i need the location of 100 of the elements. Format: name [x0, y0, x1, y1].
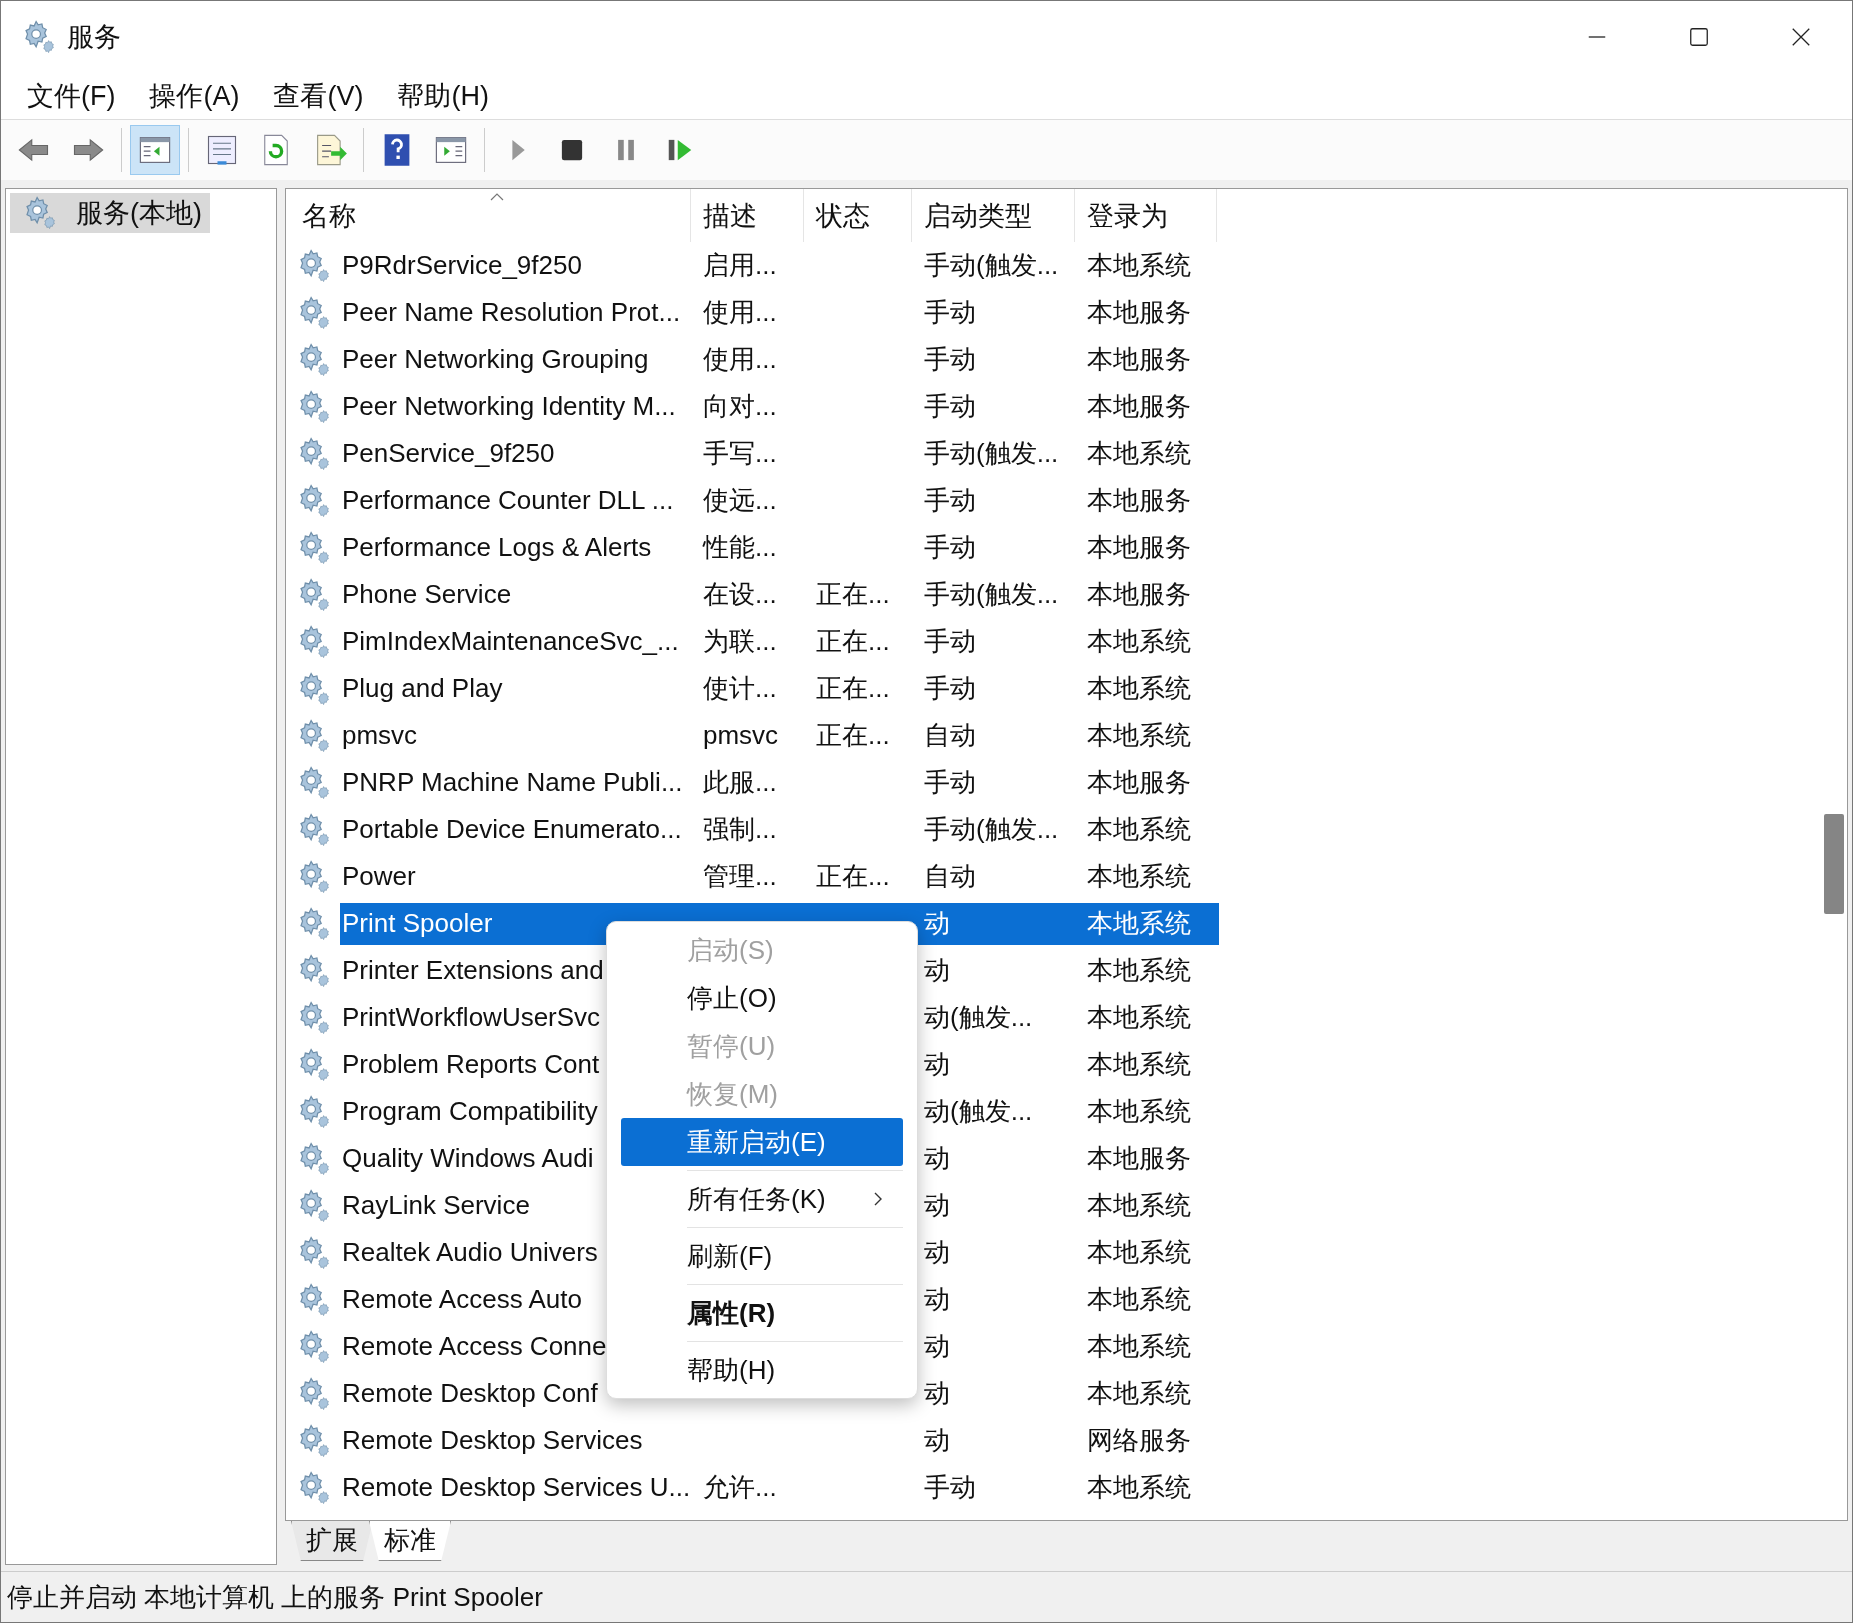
service-name[interactable]: Performance Counter DLL ... — [340, 479, 693, 522]
service-name[interactable]: PNRP Machine Name Publi... — [340, 761, 693, 804]
table-cell-text: 手动 — [923, 531, 977, 564]
menu-item[interactable]: 查看(V) — [273, 78, 364, 114]
table-cell-text: 自动 — [923, 860, 977, 893]
column-header[interactable]: 名称 — [290, 189, 691, 242]
table-cell-text: 动(触发... — [923, 1001, 1034, 1034]
table-cell-text: 使计... — [702, 672, 778, 705]
table-cell-text: 手动(触发... — [923, 813, 1060, 846]
table-cell-text: 正在... — [815, 625, 891, 658]
menu-item[interactable]: 操作(A) — [149, 78, 240, 114]
table-cell-text: 向对... — [702, 390, 778, 423]
table-cell-text: 本地系统 — [1086, 1330, 1192, 1363]
table-cell-text: 本地系统 — [1086, 1283, 1192, 1316]
service-name[interactable]: Portable Device Enumerato... — [340, 808, 693, 851]
table-cell-text: 本地系统 — [1086, 1377, 1192, 1410]
table-cell-text: 动(触发... — [923, 1095, 1034, 1128]
service-name[interactable]: pmsvc — [340, 714, 693, 757]
table-cell-text: 动 — [923, 1377, 951, 1410]
table-cell-text: 本地系统 — [1086, 1236, 1192, 1269]
table-cell-text: 本地服务 — [1086, 343, 1192, 376]
table-cell-text: 本地服务 — [1086, 766, 1192, 799]
service-name[interactable]: Remote Desktop Services U... — [340, 1466, 693, 1509]
table-cell-text: 手动 — [923, 625, 977, 658]
scrollbar-thumb[interactable] — [1824, 814, 1844, 914]
menu-item[interactable]: 帮助(H) — [397, 78, 489, 114]
table-cell-text: 手动 — [923, 1471, 977, 1504]
menu-item[interactable]: 重新启动(E) — [621, 1118, 903, 1166]
column-header[interactable]: 描述 — [691, 189, 804, 242]
menu-item[interactable]: 停止(O) — [621, 974, 903, 1022]
column-header[interactable]: 启动类型 — [912, 189, 1075, 242]
table-cell-text: 本地系统 — [1086, 437, 1192, 470]
table-cell-text: 本地服务 — [1086, 1142, 1192, 1175]
service-name[interactable]: Plug and Play — [340, 667, 693, 710]
table-cell-text: 管理... — [702, 860, 778, 893]
menu-item[interactable]: 属性(R) — [621, 1289, 903, 1337]
table-cell-text: 动 — [923, 1142, 951, 1175]
table-cell-text: 本地系统 — [1086, 813, 1192, 846]
table-cell-text: 本地系统 — [1086, 860, 1192, 893]
table-cell-text: 本地服务 — [1086, 484, 1192, 517]
table-cell: 动 — [914, 902, 1077, 945]
service-name[interactable]: PimIndexMaintenanceSvc_... — [340, 620, 693, 663]
window-title: 服务 — [67, 21, 121, 54]
service-name[interactable]: Phone Service — [340, 573, 693, 616]
maximize-icon[interactable] — [1688, 26, 1710, 48]
table-cell-text: 动 — [923, 1048, 951, 1081]
tree-item[interactable]: 服务(本地) — [10, 193, 210, 233]
service-name[interactable]: PenService_9f250 — [340, 432, 693, 475]
table-cell-text: 手动(触发... — [923, 437, 1060, 470]
status-text: 停止并启动 本地计算机 上的服务 Print Spooler — [7, 1580, 543, 1614]
menu-item[interactable]: 所有任务(K) — [621, 1175, 903, 1223]
table-cell-text: 强制... — [702, 813, 778, 846]
table-cell-text: 在设... — [702, 578, 778, 611]
table-cell-text: 允许... — [702, 1471, 778, 1504]
table-cell-text: 动 — [923, 1283, 951, 1316]
table-cell-text: 本地服务 — [1086, 531, 1192, 564]
table-cell: 本地系统 — [1077, 902, 1219, 945]
service-name[interactable]: P9RdrService_9f250 — [340, 244, 693, 287]
table-cell-text: 正在... — [815, 860, 891, 893]
tree-label: 服务(本地) — [76, 197, 202, 230]
table-cell-text: 动 — [923, 1424, 951, 1457]
table-cell-text: 本地系统 — [1086, 954, 1192, 987]
service-name[interactable]: Power — [340, 855, 693, 898]
view-tab[interactable]: 标准 — [369, 1521, 451, 1561]
table-cell-text: 启用... — [702, 249, 778, 282]
service-name[interactable]: Performance Logs & Alerts — [340, 526, 693, 569]
table-cell-text: 动 — [923, 1189, 951, 1222]
table-cell-text: 手动 — [923, 296, 977, 329]
table-cell-text: 本地系统 — [1086, 625, 1192, 658]
service-name[interactable]: Peer Networking Grouping — [340, 338, 693, 381]
table-cell-text: 性能... — [701, 531, 778, 564]
service-name[interactable]: Peer Name Resolution Prot... — [340, 291, 693, 334]
table-cell-text: 本地系统 — [1086, 1471, 1192, 1504]
table-cell-text: 手动 — [923, 766, 977, 799]
table-cell-text: 本地系统 — [1086, 672, 1192, 705]
service-name[interactable]: Remote Desktop Services — [340, 1419, 693, 1462]
table-cell-text: 为联... — [702, 625, 778, 658]
chevron-icon — [873, 1191, 883, 1207]
close-icon[interactable] — [1790, 26, 1812, 48]
view-tab[interactable]: 扩展 — [291, 1521, 373, 1561]
table-cell-text: 网络服务 — [1086, 1424, 1192, 1457]
table-cell-text: 使用... — [702, 343, 778, 376]
service-name[interactable]: Peer Networking Identity M... — [340, 385, 693, 428]
column-header[interactable]: 登录为 — [1075, 189, 1217, 242]
table-cell-text: 动 — [923, 1330, 951, 1363]
table-cell-text: 此服... — [702, 766, 778, 799]
table-cell-text: 本地服务 — [1086, 296, 1192, 329]
table-cell-text: 本地服务 — [1086, 390, 1192, 423]
table-cell-text: 动 — [923, 954, 951, 987]
table-cell-text: 手动(触发... — [923, 249, 1060, 282]
table-cell-text: 本地系统 — [1086, 1095, 1192, 1128]
table-cell-text: 本地服务 — [1086, 578, 1192, 611]
table-cell-text: 手动 — [923, 343, 977, 376]
menu-item[interactable]: 帮助(H) — [621, 1346, 903, 1394]
table-cell-text: 手动(触发... — [923, 578, 1060, 611]
table-cell-text: 使远... — [702, 484, 778, 517]
table-cell-text: 本地系统 — [1086, 1048, 1192, 1081]
column-header[interactable]: 状态 — [804, 189, 912, 242]
menu-item[interactable]: 刷新(F) — [621, 1232, 903, 1280]
menu-item[interactable]: 文件(F) — [27, 78, 116, 114]
